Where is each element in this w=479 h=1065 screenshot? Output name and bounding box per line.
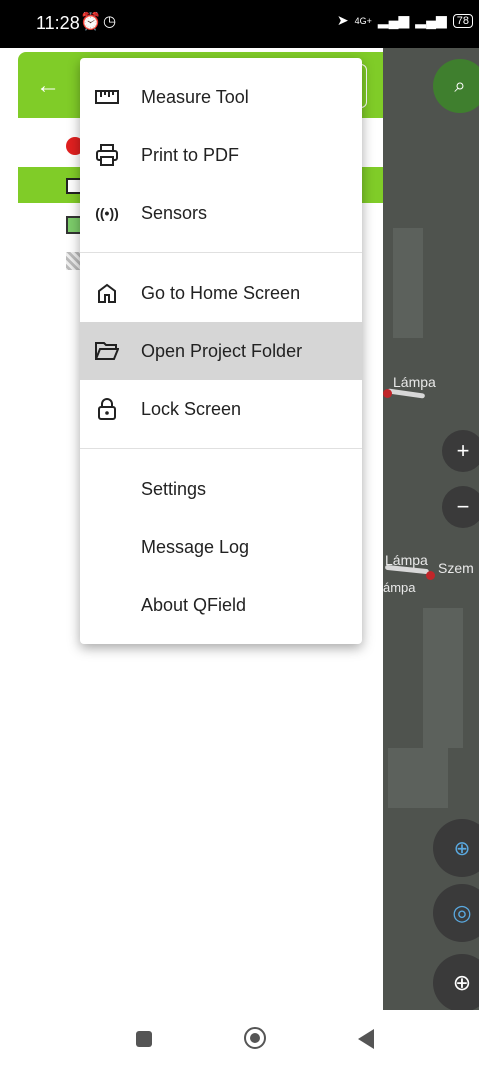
menu-item-lock-screen[interactable]: Lock Screen: [80, 380, 362, 438]
ruler-icon: [94, 84, 120, 110]
add-feature-button[interactable]: ⊕: [433, 954, 479, 1010]
zoom-out-button[interactable]: −: [442, 486, 479, 528]
map-canvas[interactable]: Lámpa Lámpa Szem ámpa ⌕ + − ⊕ ◎ ⊕: [383, 48, 479, 1010]
folder-open-icon: [94, 338, 120, 364]
map-label: Szem: [438, 560, 474, 576]
signal-icon: ▂▄▆: [377, 12, 410, 28]
gps-location-button[interactable]: ◎: [433, 884, 479, 942]
menu-item-label: Measure Tool: [141, 86, 249, 107]
menu-item-label: Lock Screen: [141, 398, 242, 419]
zoom-in-button[interactable]: +: [442, 430, 479, 472]
menu-item-label: Sensors: [141, 202, 208, 223]
menu-item-label: Open Project Folder: [141, 340, 303, 361]
menu-item-go-to-home-screen[interactable]: Go to Home Screen: [80, 264, 362, 322]
back-arrow-icon[interactable]: ←: [36, 72, 60, 100]
home-button[interactable]: [244, 1027, 266, 1049]
menu-item-print-to-pdf[interactable]: Print to PDF: [80, 126, 362, 184]
plus-icon: +: [456, 438, 470, 463]
location-arrow-icon: ➤: [336, 12, 349, 28]
lock-icon: [94, 396, 120, 422]
plus-circle-icon: ⊕: [452, 970, 472, 995]
menu-item-open-project-folder[interactable]: Open Project Folder: [80, 322, 362, 380]
crosshair-icon: ◎: [452, 900, 472, 925]
menu-item-label: Print to PDF: [141, 144, 240, 165]
menu-item-measure-tool[interactable]: Measure Tool: [80, 68, 362, 126]
printer-icon: [94, 142, 120, 168]
map-building: [388, 748, 448, 808]
recents-button[interactable]: [136, 1031, 152, 1047]
menu-item-label: Go to Home Screen: [141, 282, 301, 303]
status-right: ➤ 4G+ ▂▄▆ ▂▄▆ 78: [337, 12, 473, 29]
main-menu: Measure Tool Print to PDF ((•)) Sensors …: [80, 58, 362, 644]
menu-item-label: Settings: [141, 478, 207, 499]
network-type: 4G+: [354, 15, 372, 26]
minus-icon: −: [456, 494, 470, 519]
menu-item-label: About QField: [141, 594, 247, 615]
zoom-to-extent-button[interactable]: ⊕: [433, 819, 479, 877]
status-bar: 11:28 ⏰ ◷ ➤ 4G+ ▂▄▆ ▂▄▆ 78: [0, 0, 479, 48]
map-label: Lámpa: [393, 374, 436, 390]
menu-item-about-qfield[interactable]: About QField: [80, 576, 362, 634]
map-label: ámpa: [383, 580, 416, 595]
map-point[interactable]: [426, 571, 435, 580]
search-button[interactable]: ⌕: [433, 59, 479, 113]
menu-item-message-log[interactable]: Message Log: [80, 518, 362, 576]
sensors-icon: ((•)): [95, 205, 119, 221]
map-label: Lámpa: [385, 552, 428, 568]
home-icon: [94, 280, 120, 306]
alarm-clock-icon: ◷: [103, 13, 117, 30]
search-icon: ⌕: [454, 74, 466, 97]
back-button[interactable]: [358, 1029, 374, 1049]
map-point[interactable]: [383, 389, 392, 398]
alarm-icon: ⏰: [80, 12, 102, 31]
menu-item-sensors[interactable]: ((•)) Sensors: [80, 184, 362, 242]
menu-divider: [80, 448, 362, 449]
menu-divider: [80, 252, 362, 253]
signal-icon-2: ▂▄▆: [415, 12, 447, 28]
battery-level: 78: [452, 13, 473, 28]
map-building: [393, 228, 423, 338]
status-time: 11:28: [36, 13, 80, 33]
menu-item-settings[interactable]: Settings: [80, 460, 362, 518]
menu-item-label: Message Log: [141, 536, 250, 557]
map-building: [423, 608, 463, 748]
home-dot-icon: [250, 1033, 260, 1043]
zoom-extent-icon: ⊕: [453, 837, 471, 860]
navigation-bar: [0, 1010, 479, 1065]
